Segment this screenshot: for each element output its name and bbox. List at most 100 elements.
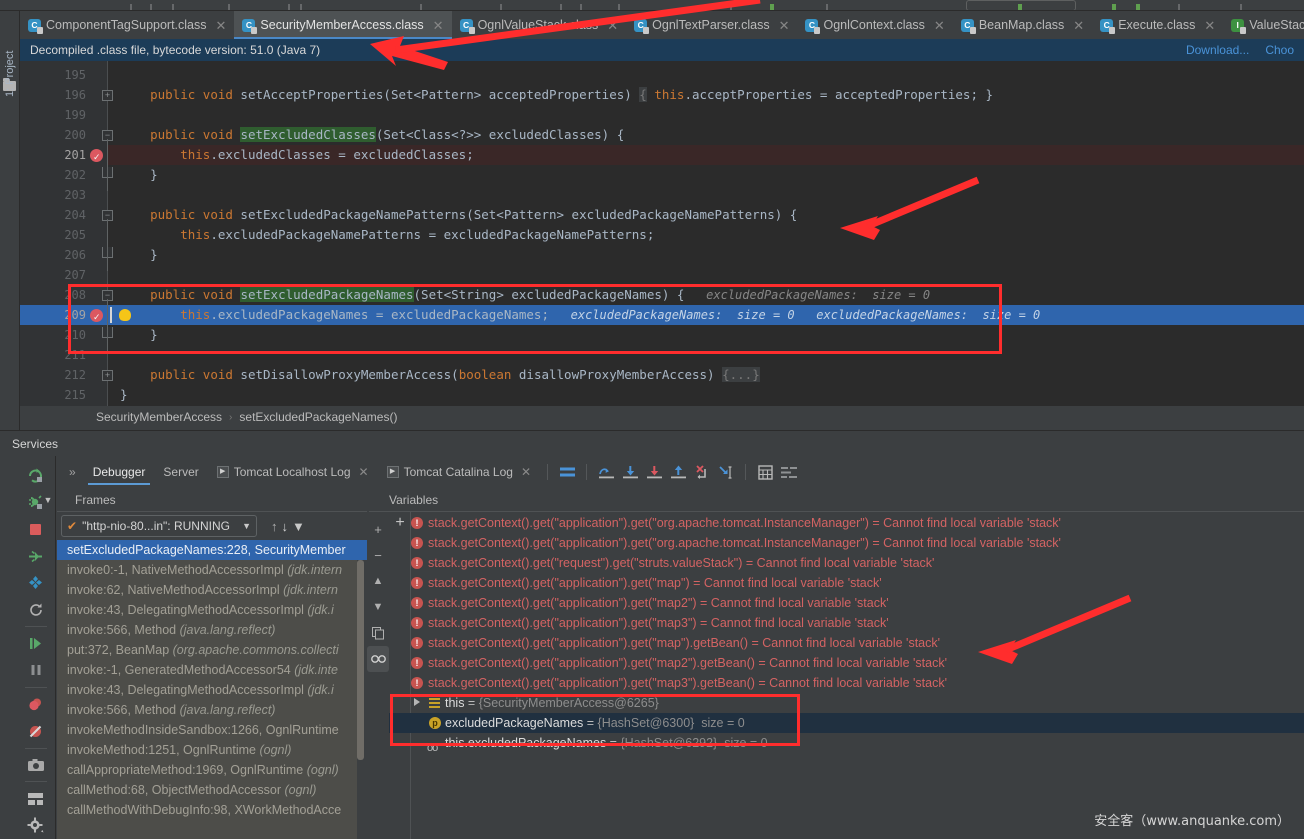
remove-watch-icon[interactable]: −	[367, 542, 389, 568]
view-breakpoints-icon[interactable]	[16, 691, 56, 718]
code-line[interactable]: 199	[20, 105, 1304, 125]
frame-row[interactable]: invoke:-1, GeneratedMethodAccessor54 (jd…	[57, 660, 367, 680]
drop-frame-icon[interactable]	[690, 460, 714, 484]
frame-row[interactable]: invoke:566, Method (java.lang.reflect)	[57, 700, 367, 720]
step-into-icon[interactable]	[618, 460, 642, 484]
frame-row[interactable]: put:372, BeanMap (org.apache.commons.col…	[57, 640, 367, 660]
frames-pane[interactable]: ✔ "http-nio-80...in": RUNNING ▼ ↑ ↓ ▼ se…	[57, 512, 367, 839]
chevron-down-icon[interactable]: ▼	[242, 521, 251, 531]
breakpoint-icon[interactable]	[90, 307, 103, 327]
variable-row[interactable]: ! stack.getContext().get("application").g…	[389, 533, 1304, 553]
frames-side-toolbar[interactable]: + − ▲ ▼	[367, 512, 389, 839]
editor-tab-1[interactable]: C SecurityMemberAccess.class ✕	[234, 11, 452, 39]
code-line[interactable]: 202 }	[20, 165, 1304, 185]
mute-breakpoints-icon[interactable]	[16, 570, 56, 597]
frame-row[interactable]: invoke:566, Method (java.lang.reflect)	[57, 620, 367, 640]
variables-list[interactable]: ! stack.getContext().get("application").g…	[389, 513, 1304, 754]
code-line[interactable]: 205 this.excludedPackageNamePatterns = e…	[20, 225, 1304, 245]
variables-pane[interactable]: +! stack.getContext().get("application").…	[389, 512, 1304, 839]
move-up-icon[interactable]: ▲	[367, 568, 389, 594]
close-icon[interactable]: ✕	[779, 19, 790, 32]
code-line[interactable]: 208− public void setExcludedPackageNames…	[20, 285, 1304, 305]
frame-row[interactable]: setExcludedPackageNames:228, SecurityMem…	[57, 540, 367, 560]
editor-tab-0[interactable]: C ComponentTagSupport.class ✕	[20, 11, 234, 39]
debugger-tab-bar[interactable]: » Debugger Server ▶ Tomcat Localhost Log ✕ ▶ To…	[57, 456, 1304, 488]
editor-tab-7[interactable]: IValueStack.c	[1223, 11, 1304, 39]
code-line[interactable]: 195	[20, 65, 1304, 85]
variable-row[interactable]: this = {SecurityMemberAccess@6265}	[389, 693, 1304, 713]
close-icon[interactable]: ✕	[1204, 19, 1215, 32]
restore-layout-icon[interactable]	[16, 596, 56, 623]
editor-tab-bar[interactable]: C ComponentTagSupport.class ✕ C SecurityMemb…	[20, 11, 1304, 39]
breadcrumb[interactable]: SecurityMemberAccess › setExcludedPackag…	[20, 406, 1304, 428]
frame-row[interactable]: callMethod:68, ObjectMethodAccessor (ogn…	[57, 780, 367, 800]
editor-tab-6[interactable]: C Execute.class ✕	[1092, 11, 1223, 39]
variable-row[interactable]: ! stack.getContext().get("application").g…	[389, 573, 1304, 593]
code-line[interactable]: 206 }	[20, 245, 1304, 265]
code-line[interactable]: 211	[20, 345, 1304, 365]
variable-row[interactable]: p excludedPackageNames = {HashSet@6300} s…	[389, 713, 1304, 733]
code-line[interactable]: 210 }	[20, 325, 1304, 345]
frames-scrollbar[interactable]	[357, 560, 364, 760]
code-line[interactable]: 200− public void setExcludedClasses(Set<…	[20, 125, 1304, 145]
editor-tab-3[interactable]: C OgnlTextParser.class ✕	[626, 11, 797, 39]
code-line[interactable]: 215}	[20, 385, 1304, 405]
fold-expand-icon[interactable]: +	[102, 370, 113, 381]
editor-tab-4[interactable]: C OgnlContext.class ✕	[797, 11, 952, 39]
editor-tab-2[interactable]: C OgnlValueStack.class ✕	[452, 11, 627, 39]
debugger-tab-3[interactable]: ▶ Tomcat Catalina Log ✕	[378, 456, 540, 488]
copy-icon[interactable]	[367, 620, 389, 646]
frame-row[interactable]: callMethodWithDebugInfo:98, XWorkMethodA…	[57, 800, 367, 820]
force-step-into-icon[interactable]	[642, 460, 666, 484]
frame-row[interactable]: invoke0:-1, NativeMethodAccessorImpl (jd…	[57, 560, 367, 580]
close-icon[interactable]: ✕	[934, 19, 945, 32]
code-line[interactable]: 203	[20, 185, 1304, 205]
settings-lines-icon[interactable]	[777, 460, 801, 484]
step-out-icon[interactable]	[666, 460, 690, 484]
close-icon[interactable]: ✕	[216, 19, 227, 32]
variable-row[interactable]: ! stack.getContext().get("application").g…	[389, 633, 1304, 653]
code-line[interactable]: 209 this.excludedPackageNames = excluded…	[20, 305, 1304, 327]
rerun-icon[interactable]	[16, 462, 56, 489]
evaluate-expression-icon[interactable]	[753, 460, 777, 484]
project-tool-stripe[interactable]: 1: Project	[0, 11, 20, 431]
step-over-icon[interactable]	[594, 460, 618, 484]
close-icon[interactable]: ✕	[1073, 19, 1084, 32]
layout-panes-icon[interactable]	[16, 785, 56, 812]
code-editor[interactable]: 195 196 + public void setAcceptProperties(…	[20, 61, 1304, 406]
variable-row[interactable]: ! stack.getContext().get("application").g…	[389, 513, 1304, 533]
settings-gear-icon[interactable]	[16, 812, 56, 839]
resume-icon[interactable]	[16, 630, 56, 657]
variable-row[interactable]: ! stack.getContext().get("application").g…	[389, 613, 1304, 633]
pause-icon[interactable]	[16, 657, 56, 684]
frame-row[interactable]: invoke:62, NativeMethodAccessorImpl (jdk…	[57, 580, 367, 600]
code-line[interactable]: 207	[20, 265, 1304, 285]
expand-triangle-icon[interactable]	[414, 698, 420, 706]
close-icon[interactable]: ✕	[521, 465, 531, 479]
code-line[interactable]: 212 + public void setDisallowProxyMemberA…	[20, 365, 1304, 385]
frames-list[interactable]: setExcludedPackageNames:228, SecurityMem…	[57, 540, 367, 839]
editor-tab-5[interactable]: C BeanMap.class ✕	[953, 11, 1092, 39]
camera-icon[interactable]	[16, 752, 56, 779]
frames-up-arrow-icon[interactable]: ↑	[271, 519, 278, 534]
code-line[interactable]: 204− public void setExcludedPackageNameP…	[20, 205, 1304, 225]
variable-row[interactable]: ! stack.getContext().get("application").g…	[389, 653, 1304, 673]
variable-row[interactable]: ! stack.getContext().get("application").g…	[389, 673, 1304, 693]
frame-row[interactable]: invoke:43, DelegatingMethodAccessorImpl …	[57, 680, 367, 700]
frames-down-arrow-icon[interactable]: ↓	[282, 519, 289, 534]
frames-toolbar[interactable]: ✔ "http-nio-80...in": RUNNING ▼ ↑ ↓ ▼	[57, 512, 367, 540]
frame-row[interactable]: invoke:43, DelegatingMethodAccessorImpl …	[57, 600, 367, 620]
frame-row[interactable]: callAppropriateMethod:1969, OgnlRuntime …	[57, 760, 367, 780]
fold-expand-icon[interactable]: +	[102, 90, 113, 101]
variable-row[interactable]: oo this.excludedPackageNames = {HashSet@6…	[389, 733, 1304, 754]
add-watch-icon[interactable]: +	[367, 516, 389, 542]
download-sources-link[interactable]: Download...	[1186, 43, 1249, 57]
breadcrumb-class[interactable]: SecurityMemberAccess	[96, 410, 222, 424]
mute-breakpoints-toggle-icon[interactable]	[16, 718, 56, 745]
debugger-overflow-icon[interactable]: »	[61, 465, 84, 479]
debug-actions-column[interactable]	[16, 456, 56, 839]
close-icon[interactable]: ✕	[607, 19, 618, 32]
collapse-frames-icon[interactable]: ▼	[40, 489, 56, 511]
thread-selector[interactable]: ✔ "http-nio-80...in": RUNNING ▼	[61, 515, 257, 537]
notification-actions[interactable]: Download... Choo	[1186, 43, 1294, 57]
